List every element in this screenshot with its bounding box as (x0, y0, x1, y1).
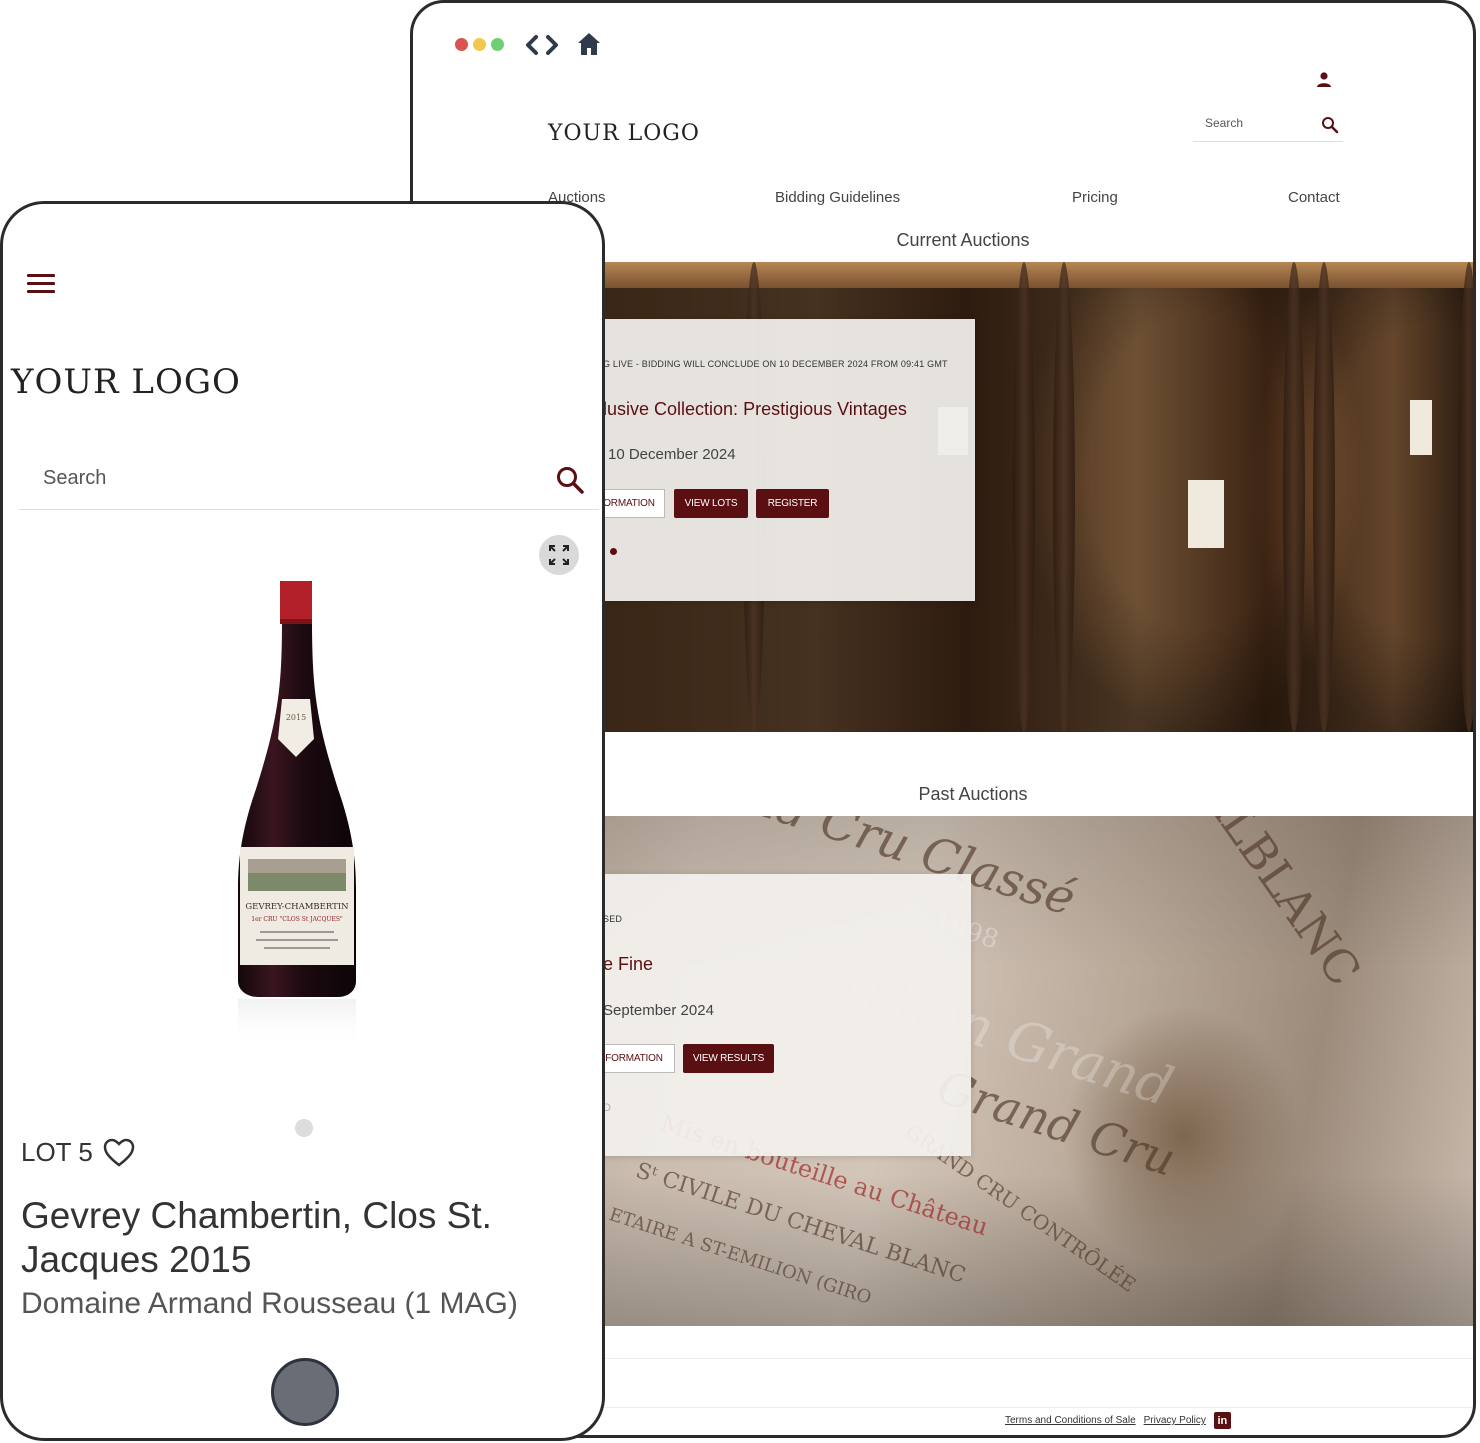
search-icon[interactable] (1321, 116, 1339, 134)
barrel-hoop (1013, 262, 1035, 732)
search-icon[interactable] (555, 465, 585, 495)
site-logo[interactable]: YOUR LOGO (548, 121, 700, 146)
privacy-link[interactable]: Privacy Policy (1144, 1415, 1206, 1426)
window-controls (455, 38, 504, 51)
carousel-pager-dot[interactable] (610, 548, 617, 555)
search-bar (1193, 111, 1343, 142)
bottle-label-text: GEVREY-CHAMBERTIN (245, 902, 349, 912)
barrel-hoop (1053, 262, 1075, 732)
footer-links: Terms and Conditions of Sale Privacy Pol… (1005, 1412, 1231, 1429)
forward-arrow-icon[interactable] (543, 33, 561, 57)
nav-bidding-guidelines[interactable]: Bidding Guidelines (775, 189, 900, 206)
auction-status: G LIVE - BIDDING WILL CONCLUDE ON 10 DEC… (603, 359, 948, 369)
back-arrow-icon[interactable] (523, 33, 541, 57)
nav-contact[interactable]: Contact (1288, 189, 1340, 206)
close-window-dot[interactable] (455, 38, 468, 51)
label-text: ETAIRE A ST-EMILION (GIRO (606, 1204, 874, 1309)
image-carousel-dot[interactable] (295, 1119, 313, 1137)
current-auction-card: G LIVE - BIDDING WILL CONCLUDE ON 10 DEC… (603, 319, 975, 601)
auction-date: September 2024 (603, 1002, 714, 1019)
expand-icon (549, 545, 569, 565)
past-auction-card: SED e Fine September 2024 FORMATION VIEW… (603, 874, 971, 1156)
browser-nav (523, 33, 561, 57)
auction-title[interactable]: e Fine (603, 954, 653, 975)
footer-divider (593, 1407, 1473, 1408)
bottle-sublabel-text: 1er CRU "CLOS St JACQUES" (251, 916, 343, 923)
site-logo[interactable]: YOUR LOGO (11, 362, 241, 402)
barrel-label-tag (1410, 400, 1432, 455)
lot-producer: Domaine Armand Rousseau (1 MAG) (21, 1287, 518, 1320)
lot-header: LOT 5 (21, 1137, 135, 1168)
auction-information-button[interactable]: ORMATION (603, 489, 665, 518)
home-icon[interactable] (576, 31, 602, 57)
wine-bottle-image[interactable]: 2015 GEVREY-CHAMBERTIN 1er CRU "CLOS St … (228, 579, 368, 1069)
auction-title[interactable]: lusive Collection: Prestigious Vintages (603, 399, 907, 420)
auction-information-button[interactable]: FORMATION (603, 1044, 675, 1073)
barrel-hoop (1283, 262, 1305, 732)
barrel-label-tag (1188, 480, 1224, 548)
barrel-hoop (1458, 262, 1473, 732)
view-lots-button[interactable]: VIEW LOTS (674, 489, 748, 518)
nav-pricing[interactable]: Pricing (1072, 189, 1118, 206)
auction-status: SED (603, 914, 623, 924)
terms-link[interactable]: Terms and Conditions of Sale (1005, 1415, 1136, 1426)
search-input[interactable] (1205, 116, 1315, 130)
register-button[interactable]: REGISTER (756, 489, 829, 518)
lot-number: LOT 5 (21, 1137, 93, 1167)
view-results-button[interactable]: VIEW RESULTS (683, 1044, 774, 1073)
label-text: ALBLANC (1191, 816, 1372, 996)
barrel-hoop (1313, 262, 1335, 732)
fullscreen-expand-button[interactable] (539, 535, 579, 575)
maximize-window-dot[interactable] (491, 38, 504, 51)
search-bar (19, 454, 599, 510)
bottle-vintage: 2015 (286, 713, 306, 722)
search-input[interactable] (43, 467, 463, 490)
device-home-button[interactable] (271, 1358, 339, 1426)
auction-date: 10 December 2024 (608, 446, 736, 463)
linkedin-icon[interactable]: in (1213, 1412, 1231, 1429)
lot-title: Gevrey Chambertin, Clos St. Jacques 2015 (21, 1195, 492, 1280)
heart-favorite-icon[interactable] (103, 1138, 135, 1168)
minimize-window-dot[interactable] (473, 38, 486, 51)
hamburger-menu-icon[interactable] (27, 274, 55, 298)
user-account-icon[interactable] (1315, 71, 1333, 89)
mobile-device-frame: YOUR LOGO 2015 (0, 201, 605, 1441)
